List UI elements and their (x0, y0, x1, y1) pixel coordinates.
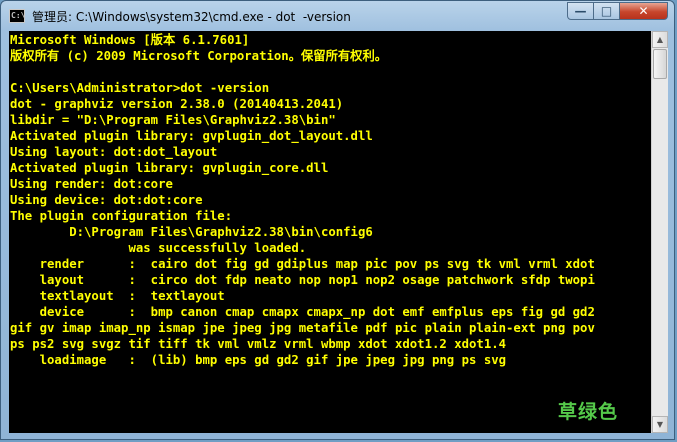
window-title: 管理员: C:\Windows\system32\cmd.exe - dot -… (32, 10, 351, 24)
console-line: device : bmp canon cmap cmapx cmapx_np d… (10, 305, 595, 319)
console-line: libdir = "D:\Program Files\Graphviz2.38\… (10, 113, 336, 127)
cmd-app-icon[interactable]: C:\ (9, 9, 25, 23)
console-output[interactable]: Microsoft Windows [版本 6.1.7601] 版权所有 (c) … (9, 31, 651, 433)
cmd-window: C:\ 管理员: C:\Windows\system32\cmd.exe - d… (0, 0, 675, 440)
console-line: ps ps2 svg svgz tif tiff tk vml vmlz vrm… (10, 337, 507, 351)
console-line: 版权所有 (c) 2009 Microsoft Corporation。保留所有… (10, 49, 388, 63)
minimize-icon: — (574, 4, 587, 18)
console-line: Activated plugin library: gvplugin_core.… (10, 161, 329, 175)
console-line: was successfully loaded. (10, 241, 307, 255)
console-line: The plugin configuration file: (10, 209, 233, 223)
console-line: Using render: dot:core (10, 177, 173, 191)
scroll-up-button[interactable]: ▲ (652, 31, 668, 48)
scroll-down-button[interactable]: ▼ (652, 416, 668, 433)
console-line: render : cairo dot fig gd gdiplus map pi… (10, 257, 595, 271)
minimize-button[interactable]: — (567, 2, 594, 20)
arrow-up-icon: ▲ (656, 35, 664, 44)
title-bar[interactable]: C:\ 管理员: C:\Windows\system32\cmd.exe - d… (1, 1, 674, 31)
close-icon: ✕ (638, 4, 649, 18)
console-line: Using layout: dot:dot_layout (10, 145, 218, 159)
console-line: D:\Program Files\Graphviz2.38\bin\config… (10, 225, 373, 239)
console-line: C:\Users\Administrator>dot -version (10, 81, 270, 95)
console-lines: Microsoft Windows [版本 6.1.7601] 版权所有 (c) … (10, 32, 595, 368)
maximize-icon: □ (600, 4, 613, 18)
console-line: textlayout : textlayout (10, 289, 225, 303)
console-line: gif gv imap imap_np ismap jpe jpeg jpg m… (10, 321, 595, 335)
arrow-down-icon: ▼ (656, 420, 664, 429)
console-line: layout : circo dot fdp neato nop nop1 no… (10, 273, 595, 287)
console-line: loadimage : (lib) bmp eps gd gd2 gif jpe… (10, 353, 507, 367)
scroll-thumb[interactable] (653, 49, 667, 79)
maximize-button[interactable]: □ (593, 2, 620, 20)
close-button[interactable]: ✕ (619, 2, 668, 20)
console-line: Activated plugin library: gvplugin_dot_l… (10, 129, 373, 143)
console-line: Microsoft Windows [版本 6.1.7601] (10, 33, 250, 47)
console-line: dot - graphviz version 2.38.0 (20140413.… (10, 97, 344, 111)
watermark-text: 草绿色 (558, 401, 619, 423)
vertical-scrollbar[interactable]: ▲ ▼ (651, 31, 668, 433)
console-line: Using device: dot:dot:core (10, 193, 203, 207)
